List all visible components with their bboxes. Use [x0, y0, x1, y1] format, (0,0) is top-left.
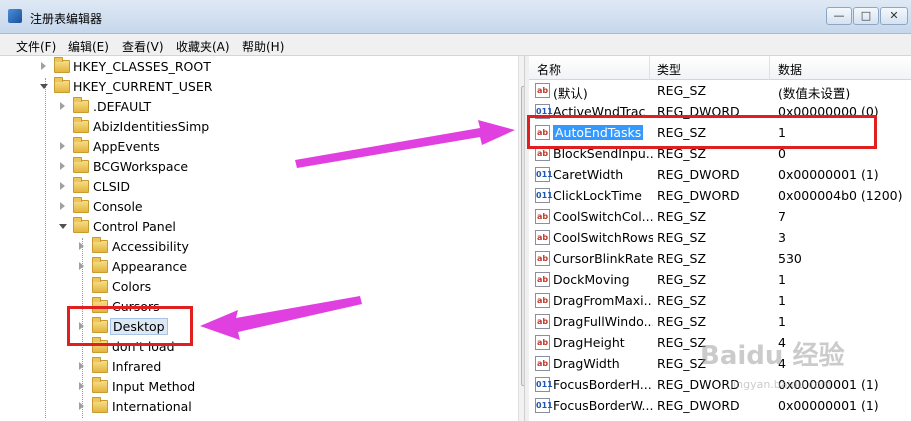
watermark-url: jingyan.baidu.com [730, 378, 832, 391]
watermark-logo: Baidu 经验 [700, 341, 845, 371]
arrow-to-autoendtasks [295, 120, 515, 168]
arrow-to-desktop [200, 296, 362, 340]
